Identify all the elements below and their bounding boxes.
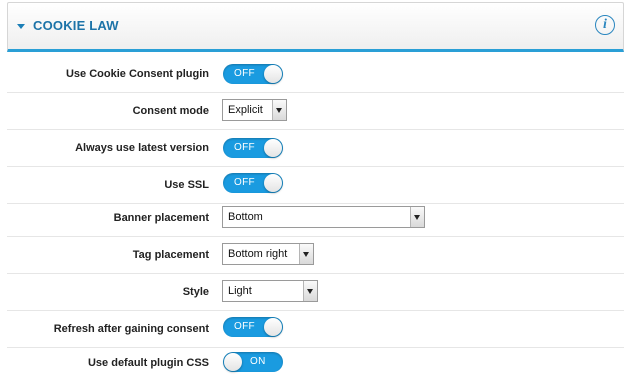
toggle-knob [264, 65, 282, 83]
consent-mode-select[interactable]: Explicit [222, 99, 287, 121]
panel-header[interactable]: COOKIE LAW i [7, 2, 624, 52]
setting-label: Always use latest version [75, 142, 209, 154]
toggle-knob [264, 139, 282, 157]
setting-label: Banner placement [113, 212, 209, 224]
use-default-plugin-css-toggle[interactable]: ON [223, 352, 283, 372]
setting-label: Use default plugin CSS [87, 357, 209, 369]
toggle-state-label: ON [250, 356, 266, 367]
caret-down-icon[interactable] [17, 24, 25, 29]
setting-label: Refresh after gaining consent [53, 323, 209, 335]
toggle-knob [264, 318, 282, 336]
dropdown-arrow-icon[interactable] [303, 281, 317, 301]
toggle-knob [224, 353, 242, 371]
toggle-state-label: OFF [234, 177, 255, 188]
select-value: Explicit [228, 104, 263, 116]
toggle-state-label: OFF [234, 68, 255, 79]
setting-row-tag-placement: Tag placement Bottom right [7, 237, 624, 274]
setting-row-style: Style Light [7, 274, 624, 311]
select-value: Bottom [228, 211, 263, 223]
setting-row-use-default-plugin-css: Use default plugin CSS ON [7, 345, 624, 382]
dropdown-arrow-icon[interactable] [410, 207, 424, 227]
setting-row-use-ssl: Use SSL OFF [7, 167, 624, 204]
setting-row-use-cookie-consent-plugin: Use Cookie Consent plugin OFF [7, 56, 624, 93]
setting-label: Tag placement [132, 249, 209, 261]
panel-title: COOKIE LAW [33, 18, 119, 33]
info-icon[interactable]: i [595, 15, 615, 35]
toggle-knob [264, 174, 282, 192]
use-ssl-toggle[interactable]: OFF [223, 173, 283, 193]
always-use-latest-version-toggle[interactable]: OFF [223, 138, 283, 158]
refresh-after-gaining-consent-toggle[interactable]: OFF [223, 317, 283, 337]
setting-label: Use Cookie Consent plugin [65, 68, 209, 80]
setting-label: Style [182, 286, 209, 298]
setting-row-refresh-after-gaining-consent: Refresh after gaining consent OFF [7, 311, 624, 348]
dropdown-arrow-icon[interactable] [299, 244, 313, 264]
dropdown-arrow-icon[interactable] [272, 100, 286, 120]
use-cookie-consent-plugin-toggle[interactable]: OFF [223, 64, 283, 84]
toggle-state-label: OFF [234, 142, 255, 153]
setting-label: Consent mode [132, 105, 209, 117]
banner-placement-select[interactable]: Bottom [222, 206, 425, 228]
setting-row-always-use-latest-version: Always use latest version OFF [7, 130, 624, 167]
setting-row-banner-placement: Banner placement Bottom [7, 200, 624, 237]
setting-row-consent-mode: Consent mode Explicit [7, 93, 624, 130]
setting-label: Use SSL [164, 179, 209, 191]
toggle-state-label: OFF [234, 321, 255, 332]
select-value: Bottom right [228, 248, 288, 260]
tag-placement-select[interactable]: Bottom right [222, 243, 314, 265]
style-select[interactable]: Light [222, 280, 318, 302]
select-value: Light [228, 285, 252, 297]
